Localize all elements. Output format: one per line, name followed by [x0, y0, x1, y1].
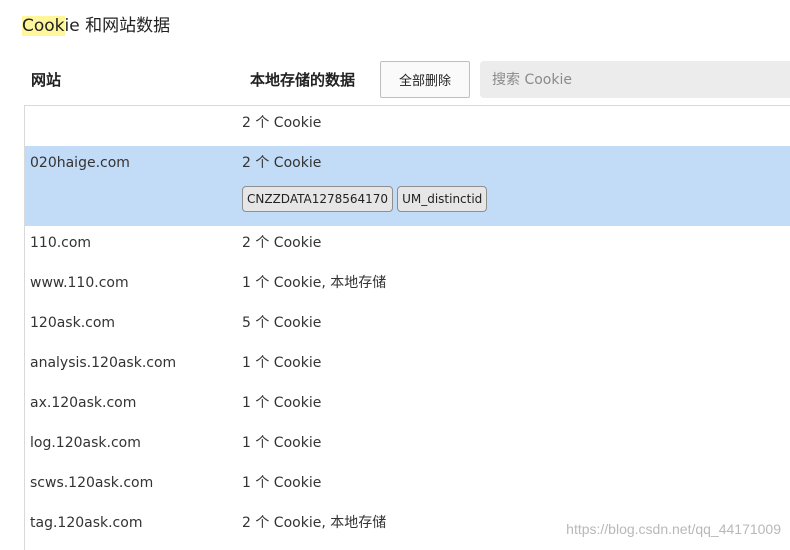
site-name: tag.120ask.com	[30, 515, 143, 531]
site-name: analysis.120ask.com	[30, 355, 177, 371]
delete-all-button[interactable]: 全部删除	[380, 61, 470, 98]
search-input[interactable]	[480, 61, 790, 98]
title-rest: ie 和网站数据	[64, 16, 171, 36]
site-name: 110.com	[30, 235, 92, 251]
list-item[interactable]: 120ask.com 5 个 Cookie	[25, 306, 790, 346]
cookie-chip[interactable]: CNZZDATA1278564170	[242, 186, 394, 212]
list-item[interactable]: 2 个 Cookie	[25, 106, 790, 146]
storage-summary: 2 个 Cookie	[242, 235, 322, 251]
cookie-chip[interactable]: UM_distinctid	[397, 186, 488, 212]
cookie-chips: CNZZDATA1278564170 UM_distinctid	[242, 186, 488, 212]
storage-summary: 2 个 Cookie	[242, 155, 322, 171]
site-name: scws.120ask.com	[30, 475, 154, 491]
list-item[interactable]: ax.120ask.com 1 个 Cookie	[25, 386, 790, 426]
list-item[interactable]: 110.com 2 个 Cookie	[25, 226, 790, 266]
storage-summary: 2 个 Cookie, 本地存储	[242, 515, 387, 531]
storage-summary: 1 个 Cookie	[242, 395, 322, 411]
list-item[interactable]: www.110.com 1 个 Cookie, 本地存储	[25, 266, 790, 306]
list-item[interactable]: log.120ask.com 1 个 Cookie	[25, 426, 790, 466]
list-item[interactable]: analysis.120ask.com 1 个 Cookie	[25, 346, 790, 386]
watermark: https://blog.csdn.net/qq_44171009	[566, 521, 781, 537]
site-name: www.110.com	[30, 275, 129, 291]
site-column-header: 网站	[31, 71, 62, 89]
storage-summary: 1 个 Cookie	[242, 355, 322, 371]
storage-summary: 1 个 Cookie	[242, 475, 322, 491]
storage-summary: 2 个 Cookie	[242, 115, 322, 131]
list-item-selected[interactable]: 020haige.com 2 个 Cookie CNZZDATA12785641…	[25, 146, 790, 226]
storage-summary: 1 个 Cookie	[242, 435, 322, 451]
data-column-header: 本地存储的数据	[250, 71, 356, 89]
page-title: Cookie 和网站数据	[22, 13, 170, 39]
list-item[interactable]: scws.120ask.com 1 个 Cookie	[25, 466, 790, 506]
site-name: 120ask.com	[30, 315, 116, 331]
storage-summary: 1 个 Cookie, 本地存储	[242, 275, 387, 291]
title-highlight: Cook	[22, 16, 65, 36]
site-name: log.120ask.com	[30, 435, 141, 451]
storage-summary: 5 个 Cookie	[242, 315, 322, 331]
site-data-list: 2 个 Cookie 020haige.com 2 个 Cookie CNZZD…	[24, 105, 790, 550]
site-name: ax.120ask.com	[30, 395, 137, 411]
site-name: 020haige.com	[30, 155, 130, 171]
